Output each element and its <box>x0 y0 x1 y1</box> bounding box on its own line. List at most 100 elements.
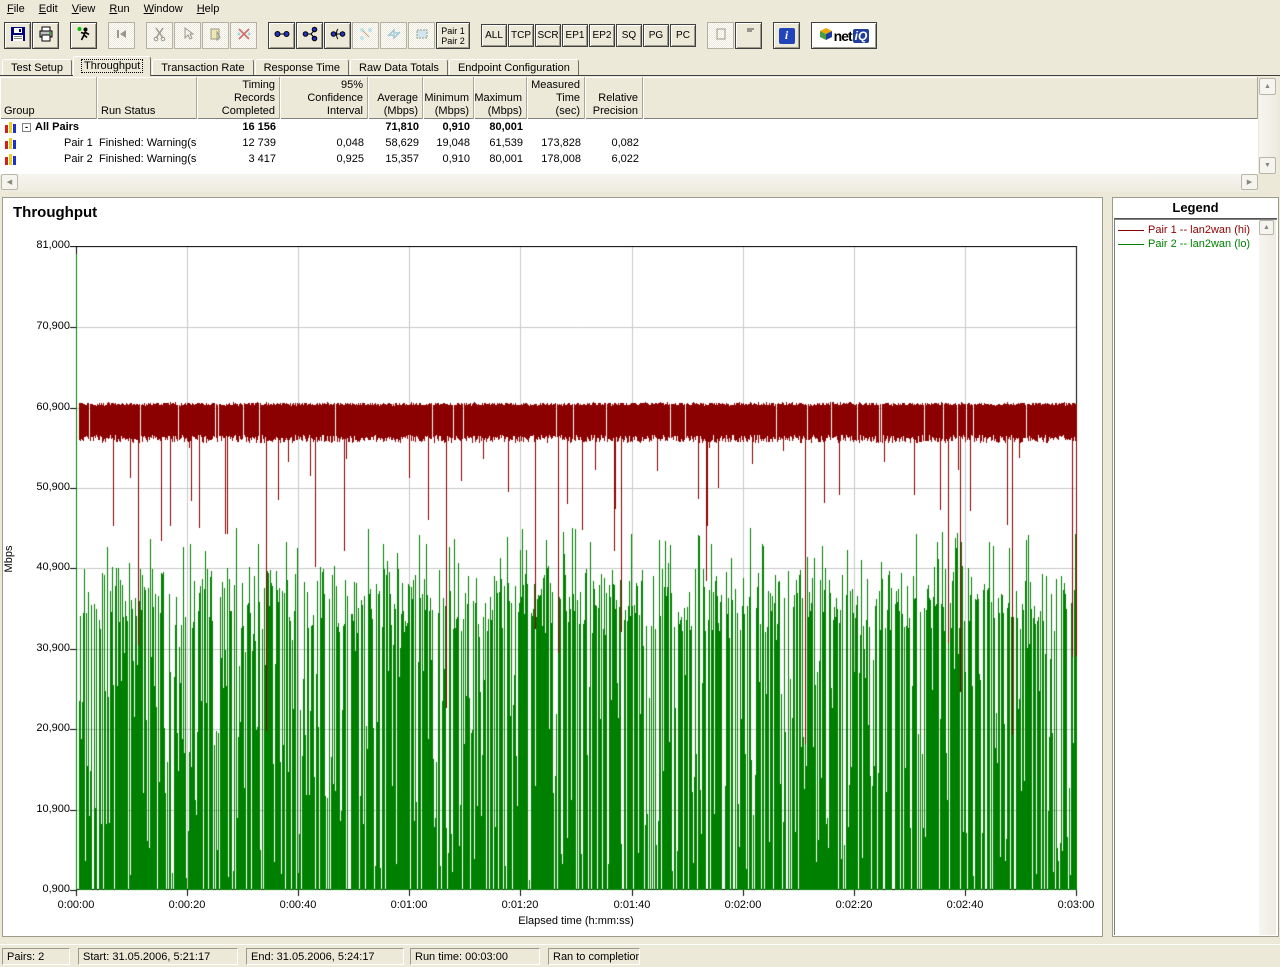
menu-file[interactable]: File <box>0 0 32 18</box>
pair2-line-swatch <box>1118 244 1144 245</box>
netiq-iq-text: iQ <box>853 29 870 43</box>
x-tick-label: 0:00:20 <box>156 899 218 911</box>
col-filler <box>643 77 1258 120</box>
pairs-chart-icon <box>5 121 18 133</box>
menu-window[interactable]: Window <box>137 0 190 18</box>
print-button[interactable] <box>32 22 59 49</box>
add-group-icon <box>302 26 318 45</box>
filter-ep1-button[interactable]: EP1 <box>562 24 588 47</box>
y-tick-label: 0,900 <box>20 883 70 895</box>
x-axis-title: Elapsed time (h:mm:ss) <box>476 915 676 927</box>
menu-edit[interactable]: Edit <box>32 0 65 18</box>
filter-scr-button[interactable]: SCR <box>535 24 561 47</box>
scroll-left-button[interactable]: ◀ <box>1 174 18 190</box>
table-row-pair-1[interactable]: Pair 1 Finished: Warning(s) 12 739 0,048… <box>0 135 1258 151</box>
col-run-status[interactable]: Run Status <box>97 77 197 120</box>
legend-scrollbar[interactable]: ▲ <box>1259 220 1276 935</box>
pair1-line-swatch <box>1118 230 1144 231</box>
group-label: Pair 1 <box>64 135 93 151</box>
legend-entry-pair2[interactable]: Pair 2 -- lan2wan (lo) <box>1118 237 1275 251</box>
legend-label: Pair 2 -- lan2wan (lo) <box>1148 238 1250 250</box>
copy-button <box>174 22 201 49</box>
pair-chart-icon <box>5 153 18 165</box>
delete-button <box>230 22 257 49</box>
x-tick-label: 0:01:40 <box>601 899 663 911</box>
paste-icon <box>208 26 224 45</box>
table-horizontal-scrollbar[interactable]: ◀ ▶ <box>1 174 1258 192</box>
filter-all-button[interactable]: ALL <box>481 24 507 47</box>
y-axis-title: Mbps <box>3 529 15 589</box>
add-pair-button[interactable] <box>268 22 295 49</box>
col-minimum[interactable]: Minimum (Mbps) <box>423 77 474 120</box>
tab-endpoint-configuration[interactable]: Endpoint Configuration <box>449 59 579 76</box>
col-measured-time[interactable]: Measured Time (sec) <box>527 77 585 120</box>
status-end-time: End: 31.05.2006, 5:24:17 <box>246 948 404 965</box>
table-vertical-scrollbar[interactable]: ▲ ▼ <box>1259 78 1278 174</box>
netiq-logo-button[interactable]: net iQ <box>811 22 877 49</box>
y-tick-label: 20,900 <box>20 722 70 734</box>
menu-run[interactable]: Run <box>102 0 136 18</box>
filter-sq-button[interactable]: SQ <box>616 24 642 47</box>
y-tick-label: 10,900 <box>20 803 70 815</box>
cut-button <box>146 22 173 49</box>
run-test-button[interactable] <box>70 22 97 49</box>
tab-raw-data-totals[interactable]: Raw Data Totals <box>350 59 448 76</box>
tab-test-setup[interactable]: Test Setup <box>2 59 72 76</box>
filter-ep2-button[interactable]: EP2 <box>589 24 615 47</box>
scroll-right-button[interactable]: ▶ <box>1241 174 1258 190</box>
x-tick-label: 0:01:00 <box>378 899 440 911</box>
netiq-net-text: net <box>834 28 852 44</box>
info-icon: i <box>779 28 795 44</box>
save-button[interactable] <box>4 22 31 49</box>
legend-entry-pair1[interactable]: Pair 1 -- lan2wan (hi) <box>1118 223 1275 237</box>
cut-icon <box>152 26 168 45</box>
tab-transaction-rate[interactable]: Transaction Rate <box>152 59 253 76</box>
x-tick-label: 0:01:20 <box>489 899 551 911</box>
legend-box: Pair 1 -- lan2wan (hi) Pair 2 -- lan2wan… <box>1114 218 1277 935</box>
filter-tcp-button[interactable]: TCP <box>508 24 534 47</box>
menu-view[interactable]: View <box>65 0 103 18</box>
tab-throughput[interactable]: Throughput <box>73 56 151 76</box>
table-row-all-pairs[interactable]: - All Pairs 16 156 71,810 0,910 80,001 <box>0 119 1258 135</box>
legend-title: Legend <box>1113 198 1278 217</box>
status-pairs: Pairs: 2 <box>2 948 70 965</box>
pair-list-button[interactable]: Pair 1 Pair 2 <box>436 22 470 49</box>
col-timing-records[interactable]: Timing Records Completed <box>197 77 280 120</box>
pair-list-line1: Pair 1 <box>441 26 465 36</box>
replicate-pair-button <box>352 22 379 49</box>
scroll-up-button[interactable]: ▲ <box>1259 220 1274 235</box>
col-maximum[interactable]: Maximum (Mbps) <box>474 77 527 120</box>
pair-chart-icon <box>5 137 18 149</box>
table-row-pair-2[interactable]: Pair 2 Finished: Warning(s) 3 417 0,925 … <box>0 151 1258 167</box>
group-label: All Pairs <box>35 119 79 135</box>
add-group-button[interactable] <box>296 22 323 49</box>
print-icon <box>38 26 54 45</box>
y-tick-label: 81,000 <box>20 239 70 251</box>
tab-response-time[interactable]: Response Time <box>255 59 349 76</box>
netiq-cube-icon <box>819 27 833 44</box>
select-tool-icon <box>414 26 430 45</box>
col-average[interactable]: Average (Mbps) <box>368 77 423 120</box>
help-button[interactable]: i <box>773 22 800 49</box>
notes-button[interactable] <box>735 22 762 49</box>
col-relative-precision[interactable]: Relative Precision <box>585 77 643 120</box>
col-confidence[interactable]: 95% Confidence Interval <box>280 77 368 120</box>
menu-help[interactable]: Help <box>190 0 227 18</box>
copy-icon <box>180 26 196 45</box>
stop-button <box>108 22 135 49</box>
filter-pg-button[interactable]: PG <box>643 24 669 47</box>
run-icon <box>76 26 92 45</box>
filter-pc-button[interactable]: PC <box>670 24 696 47</box>
select-tool-button <box>408 22 435 49</box>
swap-endpoints-icon <box>386 26 402 45</box>
throughput-canvas <box>68 246 1078 901</box>
results-table-header: Group Run Status Timing Records Complete… <box>0 77 1258 119</box>
scroll-down-button[interactable]: ▼ <box>1259 157 1276 174</box>
results-table-body: - All Pairs 16 156 71,810 0,910 80,001 P… <box>0 119 1258 175</box>
collapse-toggle[interactable]: - <box>22 123 31 132</box>
edit-pair-button[interactable] <box>324 22 351 49</box>
swap-endpoints-button <box>380 22 407 49</box>
scroll-up-button[interactable]: ▲ <box>1259 78 1276 95</box>
col-group[interactable]: Group <box>0 77 97 120</box>
report-button <box>707 22 734 49</box>
